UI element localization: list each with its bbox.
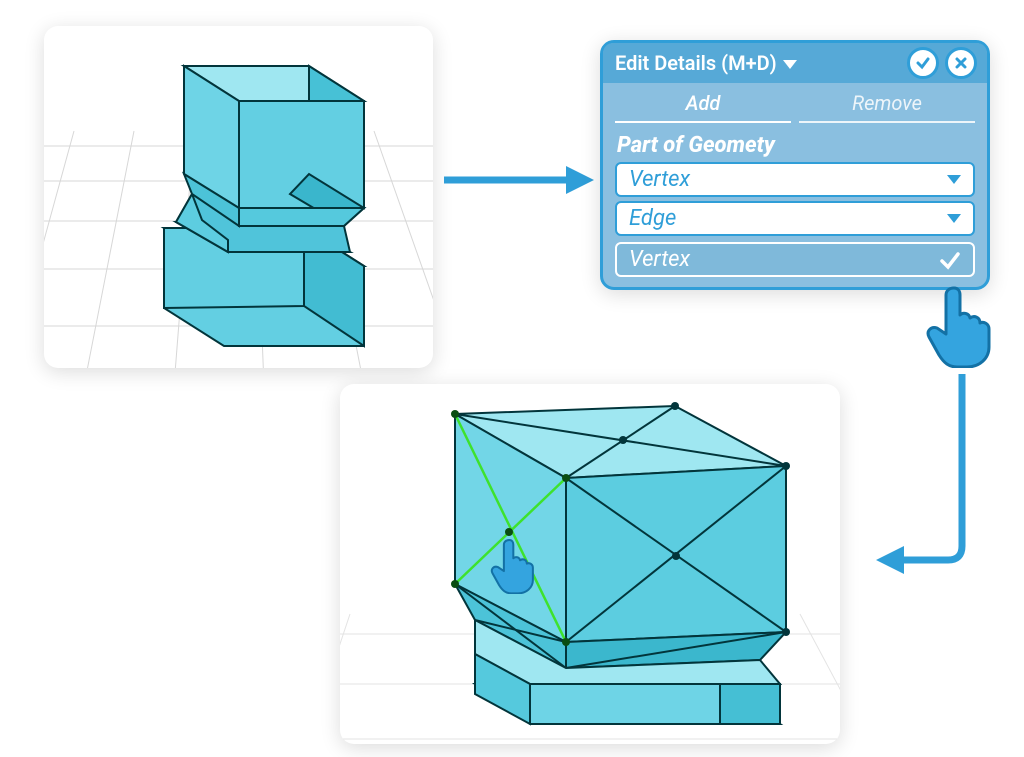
select-value: Vertex: [629, 167, 690, 192]
pointer-hand-icon: [926, 282, 996, 368]
pointer-hand-icon: [490, 536, 538, 594]
tab-add[interactable]: Add: [615, 83, 791, 123]
viewport-step1: [44, 26, 433, 368]
confirm-button[interactable]: [907, 47, 939, 79]
section-title: Part of Geomety: [603, 123, 987, 162]
tab-remove[interactable]: Remove: [799, 83, 975, 123]
dropdown-option-edge[interactable]: Edge: [615, 201, 975, 236]
option-label: Vertex: [629, 247, 690, 272]
arrow-to-result: [870, 370, 1000, 590]
chevron-down-icon: [947, 214, 961, 223]
caret-down-icon: [783, 60, 797, 69]
dropdown-option-vertex[interactable]: Vertex: [615, 242, 975, 277]
chevron-down-icon: [947, 175, 961, 184]
check-icon: [939, 249, 961, 271]
dialog-titlebar[interactable]: Edit Details (M+D): [603, 43, 987, 83]
arrow-to-dialog: [438, 160, 598, 200]
option-label: Edge: [629, 206, 676, 231]
close-button[interactable]: [945, 47, 977, 79]
dialog-title: Edit Details (M+D): [615, 51, 777, 75]
geometry-part-select[interactable]: Vertex: [615, 162, 975, 197]
edit-details-dialog: Edit Details (M+D) Add Remove Part of Ge…: [600, 40, 990, 290]
viewport-step2: [340, 384, 840, 744]
